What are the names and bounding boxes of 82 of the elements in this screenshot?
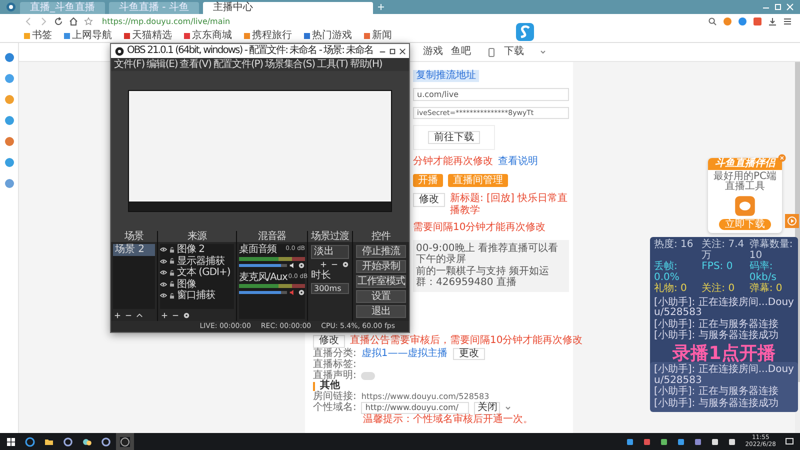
stat-text: 热度: 16: [654, 240, 694, 252]
field-label: 个性域名:: [313, 403, 356, 414]
promo-subtitle: 最好用的PC端直播工具: [712, 172, 778, 192]
edit-button[interactable]: 修改: [313, 335, 345, 348]
menu-item[interactable]: 工具(T): [316, 58, 348, 70]
room-link-text: https://www.douyu.com/528583: [361, 392, 490, 401]
transition-select[interactable]: 淡出: [311, 245, 349, 258]
field-label: 直播分类:: [313, 348, 356, 358]
bookmark-link[interactable]: 天猫精选: [124, 30, 172, 42]
dock-title: 场景: [111, 231, 157, 242]
field-label: 直播声明:: [313, 370, 356, 380]
nav-link[interactable]: 游戏: [423, 46, 443, 58]
overlay-text: 录播1点开播: [672, 342, 776, 364]
stat-text: FPS: 0: [702, 262, 734, 274]
menu-item[interactable]: 查看(V): [180, 58, 212, 70]
copy-link-button[interactable]: 复制推流地址: [413, 70, 479, 82]
dock-title: 混音器: [237, 231, 307, 242]
section-heading: 其他: [320, 381, 340, 391]
field-label: 直播标签:: [313, 360, 356, 370]
help-link[interactable]: 查看说明: [498, 156, 538, 168]
stat-text: 关注: 7.4万: [702, 240, 746, 261]
bookmark-link[interactable]: 上网导航: [64, 30, 112, 42]
notice-text: 00-9:00晚上 看推荐直播可以看下午的录屏: [416, 242, 559, 266]
menu-item[interactable]: 帮助(H): [350, 58, 382, 70]
warning-text: 需要间隔10分钟才能再次修改: [413, 222, 547, 234]
chat-message: [小助手]: 与服务器连接成功: [654, 331, 780, 342]
notice-text: 前的一颗棋子与支持 频开如运群：426959480 直播: [416, 266, 550, 289]
download-button[interactable]: 前往下载: [428, 130, 480, 144]
warning-text: 直播公告需要审核后，需要间隔10分钟才能再次修改: [350, 336, 583, 346]
nav-link[interactable]: 鱼吧: [451, 46, 471, 58]
chat-message: [小助手]: 正在与服务器连接: [654, 320, 780, 330]
source-item[interactable]: 窗口捕获: [177, 290, 215, 302]
bookmark-link[interactable]: 携程旅行: [244, 30, 292, 42]
stat-text: 弹幕: 0: [749, 284, 784, 294]
window-title: OBS 21.0.1 (64bit, windows) - 配置文件: 未命名 - 场景: 未命名: [127, 45, 374, 57]
promo-title: 斗鱼直播伴侣: [708, 158, 782, 170]
chat-message: [小助手]: 与服务器连接成功: [654, 398, 780, 409]
chat-message: [小助手]: 正在与服务器连接: [654, 387, 780, 398]
control-button[interactable]: 退出: [356, 305, 406, 318]
source-item[interactable]: 图像: [177, 278, 196, 290]
bookmark-link[interactable]: 热门游戏: [304, 30, 352, 42]
scene-item[interactable]: 场景 2: [113, 244, 155, 256]
bookmark-link[interactable]: 书签: [24, 30, 52, 42]
new-title-text: 新标题: [回放] 快乐日常直播教学: [450, 193, 569, 216]
source-item[interactable]: 显示器捕获: [177, 256, 224, 267]
control-button[interactable]: 停止推流: [356, 245, 406, 258]
domain-select[interactable]: 关闭: [474, 402, 500, 414]
stat-text: 关注: 0: [702, 284, 736, 294]
warning-text: 温馨提示：个性域名审核后开通一次。: [362, 414, 534, 425]
domain-field[interactable]: http://www.douyu.com/: [361, 402, 470, 414]
server-field[interactable]: u.com/live: [413, 88, 569, 101]
stat-text: 丢帧: 0.0%: [654, 262, 680, 282]
duration-label: 时长: [311, 270, 332, 281]
menu-item[interactable]: 场景集合(S): [264, 58, 315, 70]
edit-button[interactable]: 修改: [413, 193, 445, 207]
duration-field[interactable]: 300ms: [311, 283, 349, 294]
channel-name: 麦克风/Aux: [239, 272, 288, 283]
stat-text: 礼物: 0: [654, 284, 688, 294]
warning-text: 分钟才能再次修改: [413, 156, 493, 168]
stat-text: 弹幕数量: 10: [749, 240, 794, 260]
download-link[interactable]: 下载: [504, 46, 524, 58]
change-button[interactable]: 更改: [452, 348, 485, 360]
menu-item[interactable]: 编辑(E): [146, 58, 178, 70]
bookmark-link[interactable]: 京东商城: [184, 30, 232, 42]
source-item[interactable]: 文本 (GDI+): [177, 267, 230, 278]
category-link[interactable]: 虚拟1——虚拟主播: [361, 348, 448, 359]
field-label: 房间链接:: [313, 392, 356, 402]
menu-item[interactable]: 文件(F): [114, 58, 145, 70]
browser-tab[interactable]: 主播中心: [202, 2, 373, 14]
dock-title: 来源: [158, 231, 236, 242]
chat-message: [小助手]: 正在连接房间...Douyu/528583: [654, 298, 794, 318]
bookmark-link[interactable]: 新闻: [364, 30, 392, 42]
control-button[interactable]: 工作室模式: [356, 275, 406, 288]
stat-text: 码率: 0kb/s: [749, 262, 778, 282]
dock-title: 场景过渡: [308, 231, 352, 242]
control-button[interactable]: 设置: [356, 290, 406, 303]
channel-name: 桌面音频: [239, 244, 277, 256]
chat-message: [小助手]: 正在连接房间...Douyu/528583: [654, 365, 794, 386]
dock-title: 控件: [353, 231, 409, 242]
control-button[interactable]: 开始录制: [356, 260, 406, 273]
source-item[interactable]: 图像 2: [177, 244, 205, 256]
menu-item[interactable]: 配置文件(P): [213, 58, 263, 70]
